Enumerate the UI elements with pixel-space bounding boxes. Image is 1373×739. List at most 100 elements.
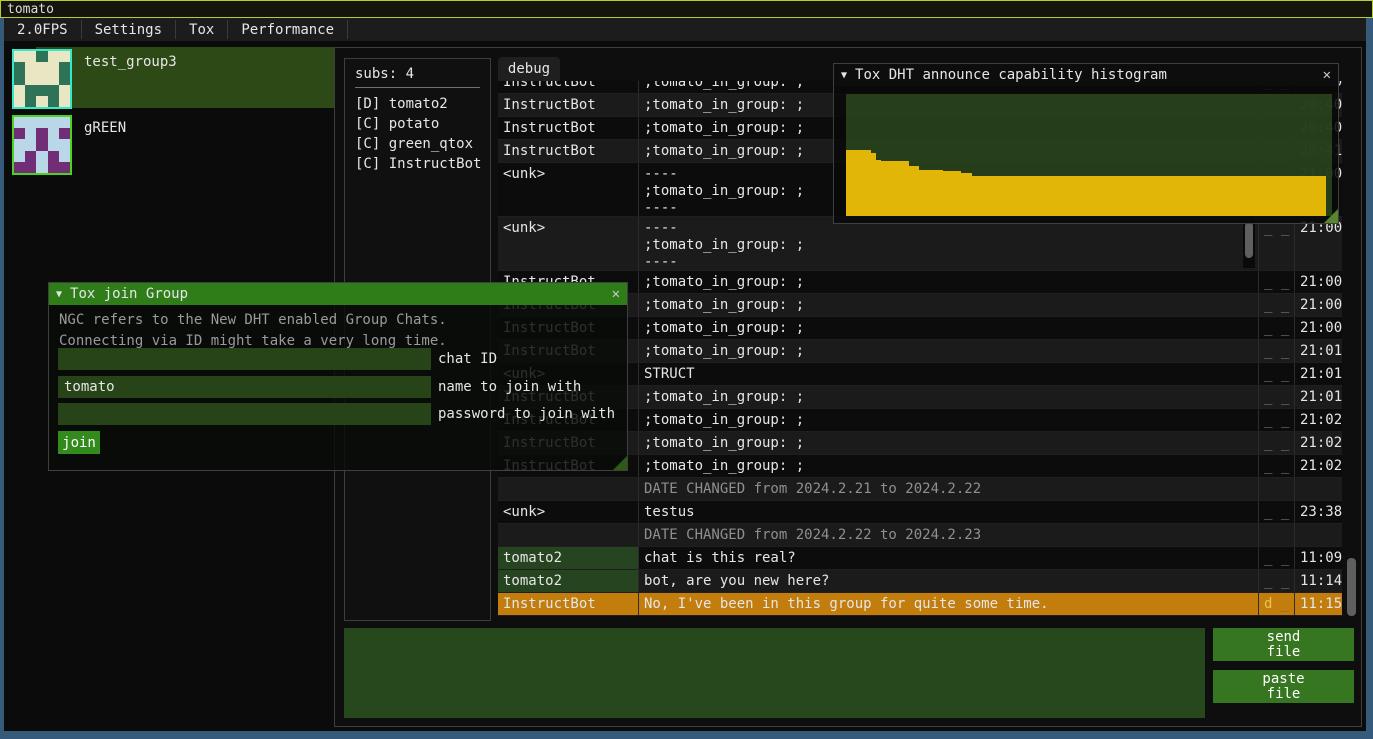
join-password-input[interactable] — [58, 403, 431, 425]
menu-item-tox[interactable]: Tox — [176, 18, 227, 41]
menu-separator — [347, 20, 348, 39]
message-text: ;tomato_in_group: ; — [638, 432, 1258, 454]
message-sender: InstructBot — [498, 117, 638, 139]
member-item[interactable]: [C] potato — [355, 114, 480, 134]
chat-scrollbar-thumb[interactable] — [1347, 558, 1356, 616]
message-time: 11:15 — [1294, 593, 1342, 615]
chat-row[interactable]: <unk>testus_ _23:38 — [498, 501, 1342, 524]
menu-item-performance[interactable]: Performance — [228, 18, 347, 41]
date-change-row[interactable]: DATE CHANGED from 2024.2.22 to 2024.2.23 — [498, 524, 1342, 547]
delivery-indicator: _ _ — [1258, 455, 1294, 477]
menu-bar: 2.0FPSSettingsToxPerformance — [4, 18, 1366, 41]
histogram-bar — [881, 161, 909, 216]
delivery-indicator: _ _ — [1258, 570, 1294, 592]
chat-scrollbar[interactable] — [1347, 58, 1356, 616]
join-group-titlebar[interactable]: ▼ Tox join Group ✕ — [49, 283, 627, 305]
message-time: 21:00 — [1294, 294, 1342, 316]
message-time: 21:02 — [1294, 409, 1342, 431]
paste-file-button[interactable]: paste file — [1213, 670, 1354, 703]
chat-row[interactable]: tomato2bot, are you new here?_ _11:14 — [498, 570, 1342, 593]
dht-histogram-titlebar[interactable]: ▼ Tox DHT announce capability histogram … — [834, 64, 1338, 86]
close-icon[interactable]: ✕ — [612, 286, 620, 302]
members-header: subs: 4 — [355, 66, 480, 82]
window-edge-right — [1366, 18, 1373, 739]
chat-id-label: chat ID — [438, 348, 497, 370]
delivery-indicator: d _ — [1258, 593, 1294, 615]
date-change-row[interactable]: DATE CHANGED from 2024.2.21 to 2024.2.22 — [498, 478, 1342, 501]
message-sender: tomato2 — [498, 547, 638, 569]
menu-item-2.0fps[interactable]: 2.0FPS — [4, 18, 81, 41]
collapse-icon[interactable]: ▼ — [56, 289, 62, 300]
dht-histogram-plot — [846, 94, 1332, 216]
message-sender: <unk> — [498, 217, 638, 270]
resize-grip[interactable] — [1324, 209, 1338, 223]
chat-id-input[interactable] — [58, 348, 431, 370]
message-time: 21:00 — [1294, 217, 1342, 270]
window-titlebar[interactable]: tomato — [0, 0, 1373, 18]
group-name: gREEN — [84, 120, 126, 136]
delivery-indicator: _ _ — [1258, 547, 1294, 569]
send-file-button[interactable]: send file — [1213, 628, 1354, 661]
close-icon[interactable]: ✕ — [1323, 67, 1331, 83]
message-time: 21:01 — [1294, 386, 1342, 408]
message-sender — [498, 524, 638, 546]
collapse-icon[interactable]: ▼ — [841, 70, 847, 81]
chat-row[interactable]: InstructBotNo, I've been in this group f… — [498, 593, 1342, 616]
histogram-bar — [972, 176, 1326, 216]
message-time: 21:00 — [1294, 271, 1342, 293]
delivery-indicator: _ _ — [1258, 294, 1294, 316]
tab-debug[interactable]: debug — [498, 57, 560, 81]
message-cell-scrollbar-thumb[interactable] — [1245, 222, 1253, 258]
join-button[interactable]: join — [58, 431, 100, 454]
message-text: No, I've been in this group for quite so… — [638, 593, 1258, 615]
message-input[interactable] — [344, 628, 1205, 718]
message-time: 21:02 — [1294, 432, 1342, 454]
message-text: STRUCT — [638, 363, 1258, 385]
message-time: 11:14 — [1294, 570, 1342, 592]
message-text: ;tomato_in_group: ; — [638, 340, 1258, 362]
delivery-indicator: _ _ — [1258, 409, 1294, 431]
join-name-label: name to join with — [438, 376, 581, 398]
message-time: 21:02 — [1294, 455, 1342, 477]
member-list: [D] tomato2[C] potato[C] green_qtox[C] I… — [355, 94, 480, 174]
app-root: tomato 2.0FPSSettingsToxPerformance test… — [0, 0, 1373, 739]
resize-grip[interactable] — [613, 456, 627, 470]
delivery-indicator: _ _ — [1258, 271, 1294, 293]
join-group-window: ▼ Tox join Group ✕ NGC refers to the New… — [48, 282, 628, 471]
delivery-indicator — [1258, 478, 1294, 500]
chat-row[interactable]: tomato2chat is this real?_ _11:09 — [498, 547, 1342, 570]
join-name-input[interactable] — [58, 376, 431, 398]
message-text: chat is this real? — [638, 547, 1258, 569]
message-text: bot, are you new here? — [638, 570, 1258, 592]
delivery-indicator: _ _ — [1258, 340, 1294, 362]
member-item[interactable]: [C] green_qtox — [355, 134, 480, 154]
message-sender: InstructBot — [498, 593, 638, 615]
window-edge-left — [0, 18, 4, 739]
histogram-bar — [943, 171, 961, 216]
message-sender — [498, 478, 638, 500]
message-sender: <unk> — [498, 501, 638, 523]
message-time: 21:01 — [1294, 340, 1342, 362]
message-time: 21:01 — [1294, 363, 1342, 385]
message-text: ;tomato_in_group: ; — [638, 317, 1258, 339]
message-cell-scrollbar[interactable] — [1243, 220, 1255, 268]
menu-item-settings[interactable]: Settings — [82, 18, 175, 41]
group-avatar — [12, 115, 72, 175]
message-text: ;tomato_in_group: ; — [638, 386, 1258, 408]
message-text: DATE CHANGED from 2024.2.21 to 2024.2.22 — [638, 478, 1258, 500]
group-name: test_group3 — [84, 54, 177, 70]
chat-row[interactable]: <unk>---- ;tomato_in_group: ; ----_ _21:… — [498, 217, 1342, 271]
message-text: ;tomato_in_group: ; — [638, 294, 1258, 316]
dht-histogram-title: Tox DHT announce capability histogram — [855, 67, 1315, 83]
join-password-label: password to join with — [438, 403, 615, 425]
message-text: ;tomato_in_group: ; — [638, 409, 1258, 431]
message-text: ---- ;tomato_in_group: ; ---- — [638, 217, 1258, 270]
message-text: testus — [638, 501, 1258, 523]
message-time — [1294, 478, 1342, 500]
delivery-indicator: _ _ — [1258, 217, 1294, 270]
message-time: 11:09 — [1294, 547, 1342, 569]
message-sender: InstructBot — [498, 81, 638, 93]
member-item[interactable]: [D] tomato2 — [355, 94, 480, 114]
member-item[interactable]: [C] InstructBot — [355, 154, 480, 174]
join-group-title: Tox join Group — [70, 286, 604, 302]
